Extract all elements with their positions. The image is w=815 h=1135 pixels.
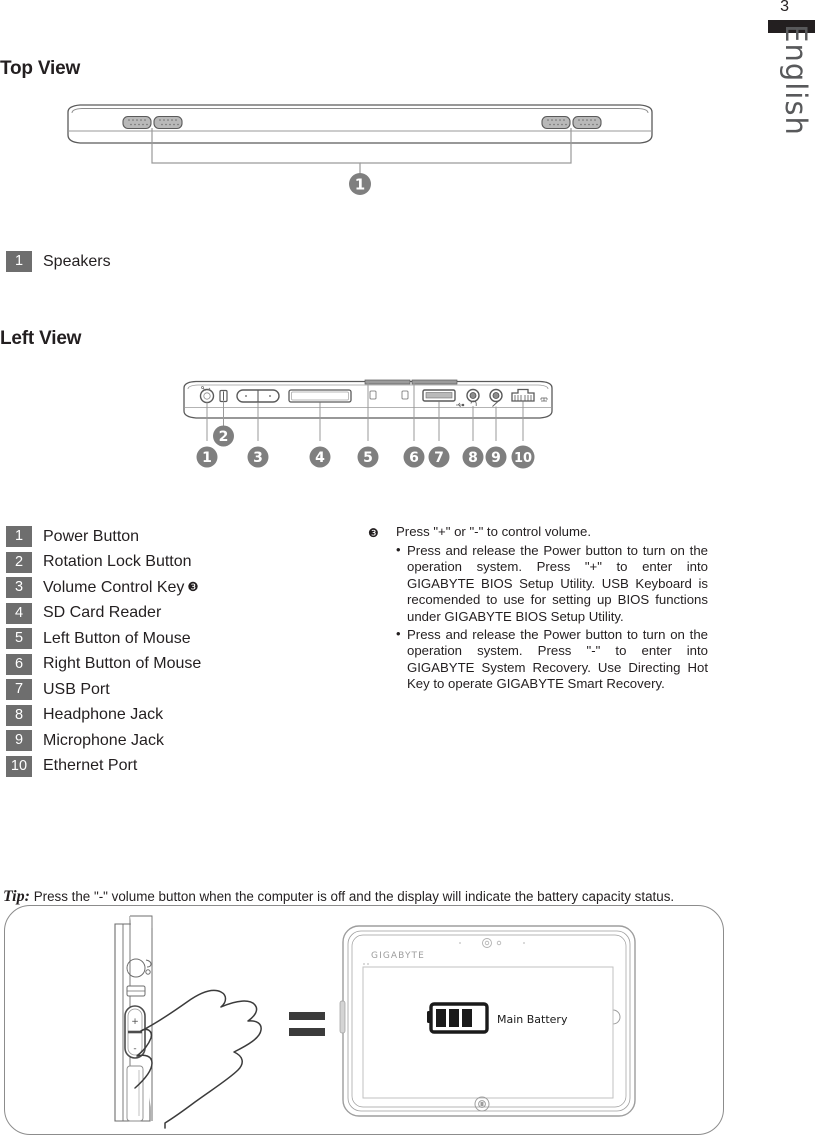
legend-label: Left Button of Mouse [43, 629, 191, 647]
footnote-headline-row: ❸ Press "+" or "-" to control volume. [368, 524, 708, 542]
legend-item: 2 Rotation Lock Button [6, 550, 201, 576]
section-heading-top-view: Top View [0, 58, 81, 79]
legend-label: Rotation Lock Button [43, 553, 192, 571]
footnote-bullet: Press and release the Power button to tu… [396, 542, 708, 626]
tip-label: Tip: [3, 888, 30, 905]
svg-text:2: 2 [219, 429, 229, 445]
legend-item: 1 Speakers [6, 249, 111, 275]
legend-number: 10 [6, 755, 32, 777]
tip-line: Tip: Press the "-" volume button when th… [3, 888, 803, 906]
svg-text:8: 8 [468, 450, 478, 466]
legend-item: 8 Headphone Jack [6, 703, 201, 729]
battery-icon [427, 1002, 489, 1034]
svg-text:4: 4 [315, 450, 325, 466]
battery-status-illustration: + - GIGABYTE Main Battery [4, 905, 724, 1135]
legend-label: USB Port [43, 680, 110, 698]
footnote-bullet: Press and release the Power button to tu… [396, 626, 708, 693]
legend-label: Headphone Jack [43, 706, 164, 724]
volume-plus-glyph: + [131, 1017, 139, 1027]
legend-number: 5 [6, 628, 32, 650]
language-tab-label: English [779, 24, 813, 136]
legend-number: 8 [6, 704, 32, 726]
legend-label: Speakers [43, 252, 111, 270]
left-view-diagram: 2 1 3 4 5 6 7 8 9 10 [178, 378, 558, 503]
legend-number: 9 [6, 730, 32, 752]
footnote-marker: ❸ [368, 526, 379, 540]
legend-item: 9 Microphone Jack [6, 728, 201, 754]
page-number: 3 [780, 0, 789, 15]
svg-text:5: 5 [363, 450, 373, 466]
legend-number: 4 [6, 602, 32, 624]
legend-label: Ethernet Port [43, 757, 138, 775]
footnote-bullet-list: Press and release the Power button to tu… [396, 542, 708, 693]
legend-number: 2 [6, 551, 32, 573]
footnote-block: ❸ Press "+" or "-" to control volume. Pr… [368, 524, 708, 693]
volume-minus-glyph: - [133, 1044, 136, 1054]
legend-number: 1 [6, 251, 32, 273]
legend-top-view: 1 Speakers [6, 249, 111, 275]
legend-label: Volume Control Key ❸ [43, 579, 199, 597]
footnote-headline: Press "+" or "-" to control volume. [396, 524, 591, 539]
legend-left-view: 1 Power Button 2 Rotation Lock Button 3 … [6, 524, 201, 779]
legend-item: 6 Right Button of Mouse [6, 652, 201, 678]
legend-label: SD Card Reader [43, 604, 162, 622]
svg-text:1: 1 [202, 450, 212, 466]
legend-item: 3 Volume Control Key ❸ [6, 575, 201, 601]
svg-text:10: 10 [514, 451, 532, 466]
manual-page: 3 English Top View 1 1 Speakers Left Vie… [0, 0, 815, 1135]
battery-label-text: Main Battery [497, 1013, 568, 1026]
top-view-diagram: 1 [60, 100, 660, 215]
legend-number: 3 [6, 577, 32, 599]
legend-item: 4 SD Card Reader [6, 601, 201, 627]
legend-label-text: Volume Control Key [43, 578, 185, 596]
legend-item: 7 USB Port [6, 677, 201, 703]
legend-label: Microphone Jack [43, 731, 164, 749]
legend-item: 10 Ethernet Port [6, 754, 201, 780]
svg-text:6: 6 [409, 450, 419, 466]
legend-label: Right Button of Mouse [43, 655, 202, 673]
legend-number: 7 [6, 679, 32, 701]
section-heading-left-view: Left View [0, 328, 82, 349]
legend-number: 6 [6, 653, 32, 675]
svg-text:7: 7 [434, 450, 444, 466]
tablet-brand-label: GIGABYTE [371, 951, 425, 961]
legend-item: 1 Power Button [6, 524, 201, 550]
svg-text:9: 9 [491, 450, 501, 466]
tip-text: Press the "-" volume button when the com… [33, 889, 675, 904]
svg-text:3: 3 [253, 450, 263, 466]
svg-text:1: 1 [355, 176, 365, 194]
legend-number: 1 [6, 526, 32, 548]
legend-label: Power Button [43, 527, 140, 545]
legend-item: 5 Left Button of Mouse [6, 626, 201, 652]
equals-sign [289, 1012, 325, 1036]
footnote-marker: ❸ [187, 579, 199, 594]
